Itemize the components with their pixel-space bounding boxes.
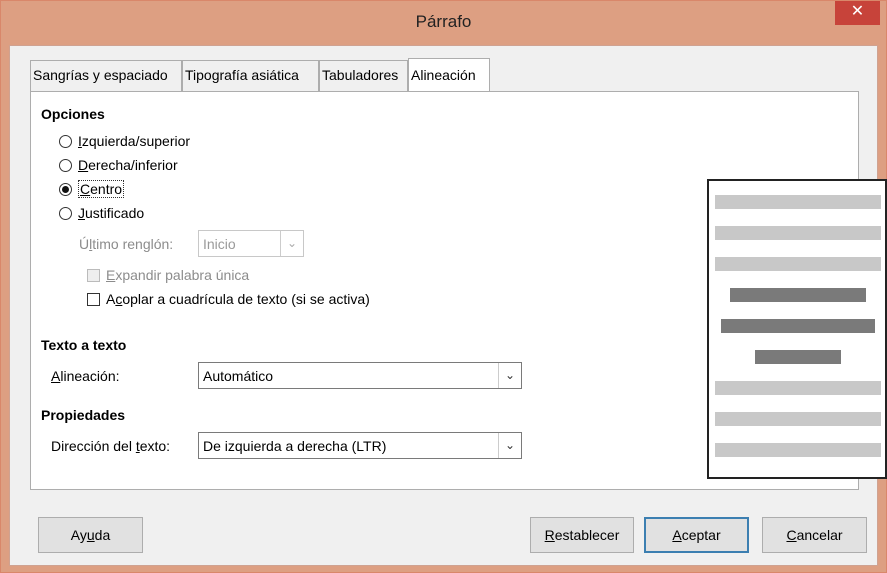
chevron-down-icon: ⌄ (280, 231, 303, 256)
radio-circle[interactable] (59, 159, 72, 172)
preview-line (715, 381, 881, 395)
text-to-text-section-title: Texto a texto (41, 337, 127, 353)
tab-indents-spacing[interactable]: Sangrías y espaciado (30, 60, 182, 91)
close-icon: ✕ (850, 3, 865, 20)
preview-line (715, 226, 881, 240)
preview-line-active (730, 288, 866, 302)
tab-asian-typography[interactable]: Tipografía asiática (182, 60, 319, 91)
ok-button[interactable]: Aceptar (644, 517, 749, 553)
dialog-body: Sangrías y espaciado Tipografía asiática… (9, 45, 887, 566)
checkbox-box[interactable] (87, 269, 100, 282)
last-line-label: Último renglón: (79, 236, 174, 252)
cancel-button[interactable]: Cancelar (762, 517, 867, 553)
radio-center[interactable]: Centro (59, 180, 125, 198)
chevron-down-icon: ⌄ (498, 363, 521, 388)
tab-tabs[interactable]: Tabuladores (319, 60, 408, 91)
text-alignment-label: Alineación: (51, 368, 120, 384)
radio-circle-selected[interactable] (59, 183, 72, 196)
alignment-preview (707, 179, 887, 479)
preview-line-active (755, 350, 841, 364)
tab-alignment[interactable]: Alineación (408, 58, 490, 91)
text-direction-value: De izquierda a derecha (LTR) (203, 438, 387, 454)
radio-left-top[interactable]: Izquierda/superior (59, 133, 190, 149)
reset-button[interactable]: Restablecer (530, 517, 634, 553)
chevron-down-icon: ⌄ (498, 433, 521, 458)
dialog-window: Párrafo ✕ Sangrías y espaciado Tipografí… (0, 0, 887, 573)
expand-single-word-checkbox[interactable]: Expandir palabra única (87, 267, 249, 283)
properties-section-title: Propiedades (41, 407, 126, 423)
close-button[interactable]: ✕ (835, 1, 880, 25)
radio-justified[interactable]: Justificado (59, 205, 144, 221)
radio-right-bottom[interactable]: Derecha/inferior (59, 157, 178, 173)
text-direction-select[interactable]: De izquierda a derecha (LTR) ⌄ (198, 432, 522, 459)
preview-line (715, 412, 881, 426)
last-line-select[interactable]: Inicio ⌄ (198, 230, 304, 257)
snap-to-grid-checkbox[interactable]: Acoplar a cuadrícula de texto (si se act… (87, 291, 370, 307)
last-line-value: Inicio (203, 236, 236, 252)
text-alignment-value: Automático (203, 368, 274, 384)
checkbox-box[interactable] (87, 293, 100, 306)
alignment-panel: Opciones Izquierda/superior Derecha/infe… (30, 91, 887, 490)
text-alignment-select[interactable]: Automático ⌄ (198, 362, 522, 389)
title-bar: Párrafo ✕ (1, 1, 886, 45)
preview-line (715, 195, 881, 209)
radio-circle[interactable] (59, 207, 72, 220)
text-direction-label: Dirección del texto: (51, 438, 171, 454)
preview-line-active (721, 319, 875, 333)
preview-line (715, 257, 881, 271)
preview-line (715, 443, 881, 457)
help-button[interactable]: Ayuda (38, 517, 143, 553)
dialog-title: Párrafo (415, 12, 472, 31)
options-section-title: Opciones (41, 106, 105, 122)
radio-circle[interactable] (59, 135, 72, 148)
